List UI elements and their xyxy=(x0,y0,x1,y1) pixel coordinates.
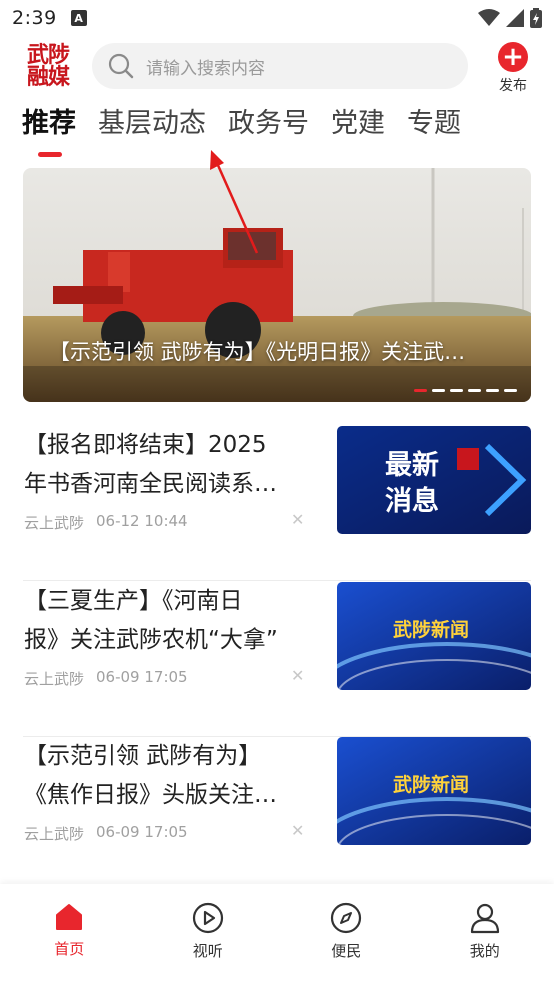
publish-button[interactable]: + 发布 xyxy=(494,42,532,95)
news-meta: 云上武陟 06-09 17:05 xyxy=(24,668,188,689)
signal-icon xyxy=(506,9,524,27)
banner-image xyxy=(23,168,531,402)
user-icon xyxy=(470,903,499,934)
tab-grassroots[interactable]: 基层动态 xyxy=(98,104,206,154)
news-source: 云上武陟 xyxy=(24,670,85,688)
news-meta: 云上武陟 06-09 17:05 xyxy=(24,823,188,844)
battery-icon xyxy=(530,8,542,28)
bottom-nav: 首页 视听 便民 我的 xyxy=(0,884,554,984)
news-title-line2: 《焦作日报》头版关注… xyxy=(24,782,277,808)
tab-label: 推荐 xyxy=(22,108,76,139)
tab-government[interactable]: 政务号 xyxy=(228,104,309,154)
news-title-line1: 【示范引领 武陟有为】 xyxy=(24,743,262,769)
thumb-text-news: 消息 xyxy=(385,485,439,517)
news-title: 【报名即将结束】2025 年书香河南全民阅读系… xyxy=(24,426,314,504)
app-header: 武陟 融媒 请输入搜索内容 + 发布 xyxy=(0,38,554,96)
news-time: 06-09 17:05 xyxy=(96,668,188,686)
wuzhi-news-thumb: 武陟新闻 xyxy=(337,737,531,845)
compass-icon xyxy=(331,902,362,934)
news-title-line2: 年书香河南全民阅读系… xyxy=(24,471,277,497)
channel-tabs: 推荐 基层动态 政务号 党建 专题 xyxy=(22,104,483,158)
news-thumbnail: 最新 消息 xyxy=(337,426,531,534)
tab-topics[interactable]: 专题 xyxy=(407,104,461,154)
thumb-text-latest: 最新 xyxy=(385,449,439,481)
status-time: 2:39 xyxy=(12,7,57,29)
thumb-text-wuzhi-news: 武陟新闻 xyxy=(393,773,469,796)
nav-label: 首页 xyxy=(54,940,85,958)
search-placeholder: 请输入搜索内容 xyxy=(146,58,265,79)
search-bar[interactable]: 请输入搜索内容 xyxy=(92,43,468,89)
news-title-line1: 【报名即将结束】2025 xyxy=(24,432,267,458)
nav-mine[interactable]: 我的 xyxy=(416,884,554,984)
tab-label: 党建 xyxy=(331,108,385,139)
tab-label: 基层动态 xyxy=(98,108,206,139)
carousel-dot xyxy=(414,389,427,392)
close-icon[interactable]: ✕ xyxy=(291,821,304,840)
nav-services[interactable]: 便民 xyxy=(277,884,416,984)
news-meta: 云上武陟 06-12 10:44 xyxy=(24,512,188,533)
search-icon xyxy=(108,53,134,79)
carousel-dot xyxy=(504,389,517,392)
nav-label: 我的 xyxy=(469,942,500,960)
news-thumbnail: 武陟新闻 xyxy=(337,737,531,845)
tab-party[interactable]: 党建 xyxy=(331,104,385,154)
logo-line1: 武陟 xyxy=(26,42,70,68)
close-icon[interactable]: ✕ xyxy=(291,510,304,529)
wifi-icon xyxy=(478,9,500,26)
tab-recommend[interactable]: 推荐 xyxy=(22,104,76,157)
notification-icon: A xyxy=(70,10,87,26)
plus-icon: + xyxy=(498,42,528,72)
logo-line2: 融媒 xyxy=(26,64,70,90)
news-title: 【三夏生产】《河南日 报》关注武陟农机“大拿” xyxy=(24,582,314,660)
nav-home[interactable]: 首页 xyxy=(0,884,139,984)
publish-label: 发布 xyxy=(499,78,527,94)
latest-news-thumb: 最新 消息 xyxy=(337,426,531,534)
close-icon[interactable]: ✕ xyxy=(291,666,304,685)
thumb-text-wuzhi-news: 武陟新闻 xyxy=(393,618,469,641)
news-title-line2: 报》关注武陟农机“大拿” xyxy=(24,627,278,653)
status-bar: 2:39 A xyxy=(0,0,554,36)
news-source: 云上武陟 xyxy=(24,514,85,532)
news-item[interactable]: 【三夏生产】《河南日 报》关注武陟农机“大拿” 云上武陟 06-09 17:05… xyxy=(23,582,531,737)
nav-audiovisual[interactable]: 视听 xyxy=(139,884,278,984)
nav-label: 视听 xyxy=(192,942,223,960)
app-logo: 武陟 融媒 xyxy=(22,40,74,92)
wuzhi-news-thumb: 武陟新闻 xyxy=(337,582,531,690)
news-time: 06-09 17:05 xyxy=(96,823,188,841)
nav-label: 便民 xyxy=(331,942,362,960)
carousel-dot xyxy=(468,389,481,392)
tab-label: 专题 xyxy=(407,108,461,139)
tab-label: 政务号 xyxy=(228,108,309,139)
banner-title: 【示范引领 武陟有为】《光明日报》关注武… xyxy=(49,340,466,364)
tab-active-indicator xyxy=(38,152,62,157)
news-source: 云上武陟 xyxy=(24,825,85,843)
carousel-dot xyxy=(486,389,499,392)
carousel-dots xyxy=(414,389,517,392)
news-item[interactable]: 【示范引领 武陟有为】 《焦作日报》头版关注… 云上武陟 06-09 17:05… xyxy=(23,737,531,892)
carousel-dot xyxy=(450,389,463,392)
news-time: 06-12 10:44 xyxy=(96,512,188,530)
home-icon xyxy=(56,904,83,930)
news-title-line1: 【三夏生产】《河南日 xyxy=(24,588,243,614)
banner-carousel[interactable]: 【示范引领 武陟有为】《光明日报》关注武… xyxy=(23,168,531,402)
news-item[interactable]: 【报名即将结束】2025 年书香河南全民阅读系… 云上武陟 06-12 10:4… xyxy=(23,426,531,581)
news-title: 【示范引领 武陟有为】 《焦作日报》头版关注… xyxy=(24,737,314,815)
news-thumbnail: 武陟新闻 xyxy=(337,582,531,690)
play-icon xyxy=(192,902,223,934)
carousel-dot xyxy=(432,389,445,392)
status-icons xyxy=(478,8,542,28)
